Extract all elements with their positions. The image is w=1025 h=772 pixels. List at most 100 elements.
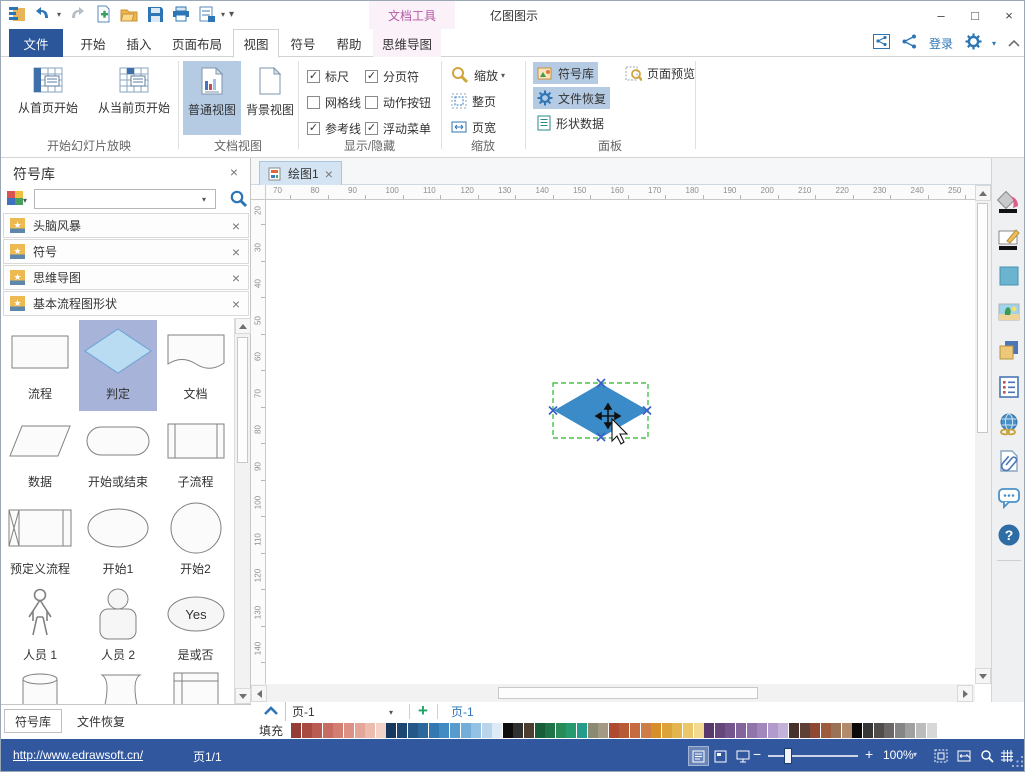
status-page-view-button[interactable]: [711, 747, 730, 765]
zoom-out-button[interactable]: −: [753, 746, 761, 762]
fill-color-swatch[interactable]: [524, 723, 534, 738]
fill-color-swatch[interactable]: [513, 723, 523, 738]
fill-color-swatch[interactable]: [355, 723, 365, 738]
tab-symbols[interactable]: 符号: [281, 29, 325, 57]
shape-data-toggle[interactable]: 形状数据: [533, 112, 608, 134]
fill-color-swatch[interactable]: [577, 723, 587, 738]
search-icon[interactable]: [229, 189, 248, 211]
fill-color-swatch[interactable]: [800, 723, 810, 738]
zoom-slider-track[interactable]: [768, 755, 858, 757]
category-close-icon[interactable]: ×: [232, 297, 240, 311]
library-source-dropdown-icon[interactable]: ▾: [23, 196, 27, 205]
page-tab-active[interactable]: 页-1: [451, 702, 474, 721]
fill-color-swatch[interactable]: [789, 723, 799, 738]
background-layers-icon[interactable]: [997, 338, 1021, 362]
fill-color-swatch[interactable]: [492, 723, 502, 738]
document-tab-close-icon[interactable]: ×: [325, 167, 333, 181]
status-slideshow-button[interactable]: [733, 747, 752, 765]
fill-color-swatch[interactable]: [704, 723, 714, 738]
fill-color-swatch[interactable]: [630, 723, 640, 738]
tab-home[interactable]: 开始: [71, 29, 115, 57]
shape-document[interactable]: 文档: [157, 323, 234, 411]
page-selector-dropdown-icon[interactable]: ▾: [389, 708, 393, 717]
fill-color-swatch[interactable]: [757, 723, 767, 738]
fill-color-swatch[interactable]: [895, 723, 905, 738]
fill-color-swatch[interactable]: [651, 723, 661, 738]
fill-color-swatch[interactable]: [386, 723, 396, 738]
panel-tab-library[interactable]: 符号库: [4, 709, 62, 733]
undo-button[interactable]: [33, 4, 53, 24]
checkbox-guides[interactable]: ✓ 参考线: [307, 120, 361, 136]
page-preview-toggle[interactable]: 页面预览: [621, 62, 699, 84]
checkbox-action-buttons[interactable]: 动作按钮: [365, 94, 431, 110]
fill-color-swatch[interactable]: [863, 723, 873, 738]
action-buttons-checkbox[interactable]: [365, 96, 378, 109]
fill-color-swatch[interactable]: [821, 723, 831, 738]
maximize-button[interactable]: □: [958, 1, 992, 29]
close-button[interactable]: ×: [992, 1, 1025, 29]
pagebreak-checkbox[interactable]: ✓: [365, 70, 378, 83]
category-close-icon[interactable]: ×: [232, 219, 240, 233]
resize-grip[interactable]: [1012, 756, 1024, 771]
drawing-page[interactable]: [266, 200, 975, 684]
fill-color-swatch[interactable]: [545, 723, 555, 738]
tab-insert[interactable]: 插入: [117, 29, 161, 57]
minimize-button[interactable]: –: [924, 1, 958, 29]
fill-color-swatch[interactable]: [778, 723, 788, 738]
fill-color-swatch[interactable]: [641, 723, 651, 738]
fill-color-swatch[interactable]: [736, 723, 746, 738]
zoom-slider-thumb[interactable]: [784, 748, 792, 764]
selected-diamond-shape[interactable]: [555, 384, 647, 437]
shape-start1[interactable]: 开始1: [79, 499, 157, 586]
settings-dropdown-icon[interactable]: ▾: [992, 39, 996, 48]
customize-qat-icon[interactable]: ▾: [229, 9, 234, 20]
fill-color-swatch[interactable]: [662, 723, 672, 738]
tab-page-layout[interactable]: 页面布局: [163, 29, 231, 57]
scroll-up-button[interactable]: [235, 318, 251, 334]
library-panel-toggle[interactable]: 符号库: [533, 62, 598, 84]
collapse-pages-icon[interactable]: [263, 705, 279, 720]
slideshow-from-current-button[interactable]: 从当前页开始: [91, 61, 177, 135]
scroll-down-button[interactable]: [235, 688, 251, 704]
background-view-button[interactable]: 背景视图: [243, 61, 297, 135]
page-selector[interactable]: 页-1: [285, 702, 315, 721]
fill-color-swatch[interactable]: [588, 723, 598, 738]
fill-style-icon[interactable]: [997, 190, 1021, 214]
fill-color-swatch[interactable]: [768, 723, 778, 738]
fill-color-swatch[interactable]: [927, 723, 937, 738]
canvas-hscroll-thumb[interactable]: [498, 687, 758, 699]
fit-width-button[interactable]: [954, 747, 973, 765]
fill-color-swatch[interactable]: [747, 723, 757, 738]
fill-color-swatch[interactable]: [609, 723, 619, 738]
login-link[interactable]: 登录: [929, 35, 953, 52]
canvas-scroll-left-button[interactable]: [251, 685, 267, 702]
fill-color-swatch[interactable]: [482, 723, 492, 738]
share-icon[interactable]: [902, 34, 917, 52]
fill-color-swatch[interactable]: [503, 723, 513, 738]
normal-view-button[interactable]: 普通视图: [183, 61, 241, 135]
zoom-percentage-dropdown-icon[interactable]: ▾: [913, 750, 917, 759]
library-search-input[interactable]: [34, 189, 216, 209]
shape-predefined-process[interactable]: 预定义流程: [1, 499, 79, 586]
quick-color-icon[interactable]: [997, 264, 1021, 288]
fill-color-swatch[interactable]: [408, 723, 418, 738]
fit-page-button[interactable]: [931, 747, 950, 765]
tab-view[interactable]: 视图: [233, 29, 279, 58]
redo-button[interactable]: [67, 4, 87, 24]
shape-curved-partial[interactable]: [79, 669, 157, 704]
library-category-basic-flowchart[interactable]: ★ 基本流程图形状 ×: [3, 291, 249, 316]
panel-tab-recovery[interactable]: 文件恢复: [67, 709, 135, 733]
library-category-brainstorming[interactable]: ★ 头脑风暴 ×: [3, 213, 249, 238]
comment-icon[interactable]: [997, 486, 1021, 510]
canvas-vscroll-thumb[interactable]: [977, 203, 988, 433]
fill-color-swatch[interactable]: [439, 723, 449, 738]
gridlines-checkbox[interactable]: [307, 96, 320, 109]
fill-color-swatch[interactable]: [450, 723, 460, 738]
fill-color-swatch[interactable]: [842, 723, 852, 738]
fill-color-swatch[interactable]: [566, 723, 576, 738]
ruler-checkbox[interactable]: ✓: [307, 70, 320, 83]
open-file-button[interactable]: [119, 4, 139, 24]
shape-database-partial[interactable]: [1, 669, 79, 704]
fill-color-swatch[interactable]: [916, 723, 926, 738]
category-close-icon[interactable]: ×: [232, 271, 240, 285]
